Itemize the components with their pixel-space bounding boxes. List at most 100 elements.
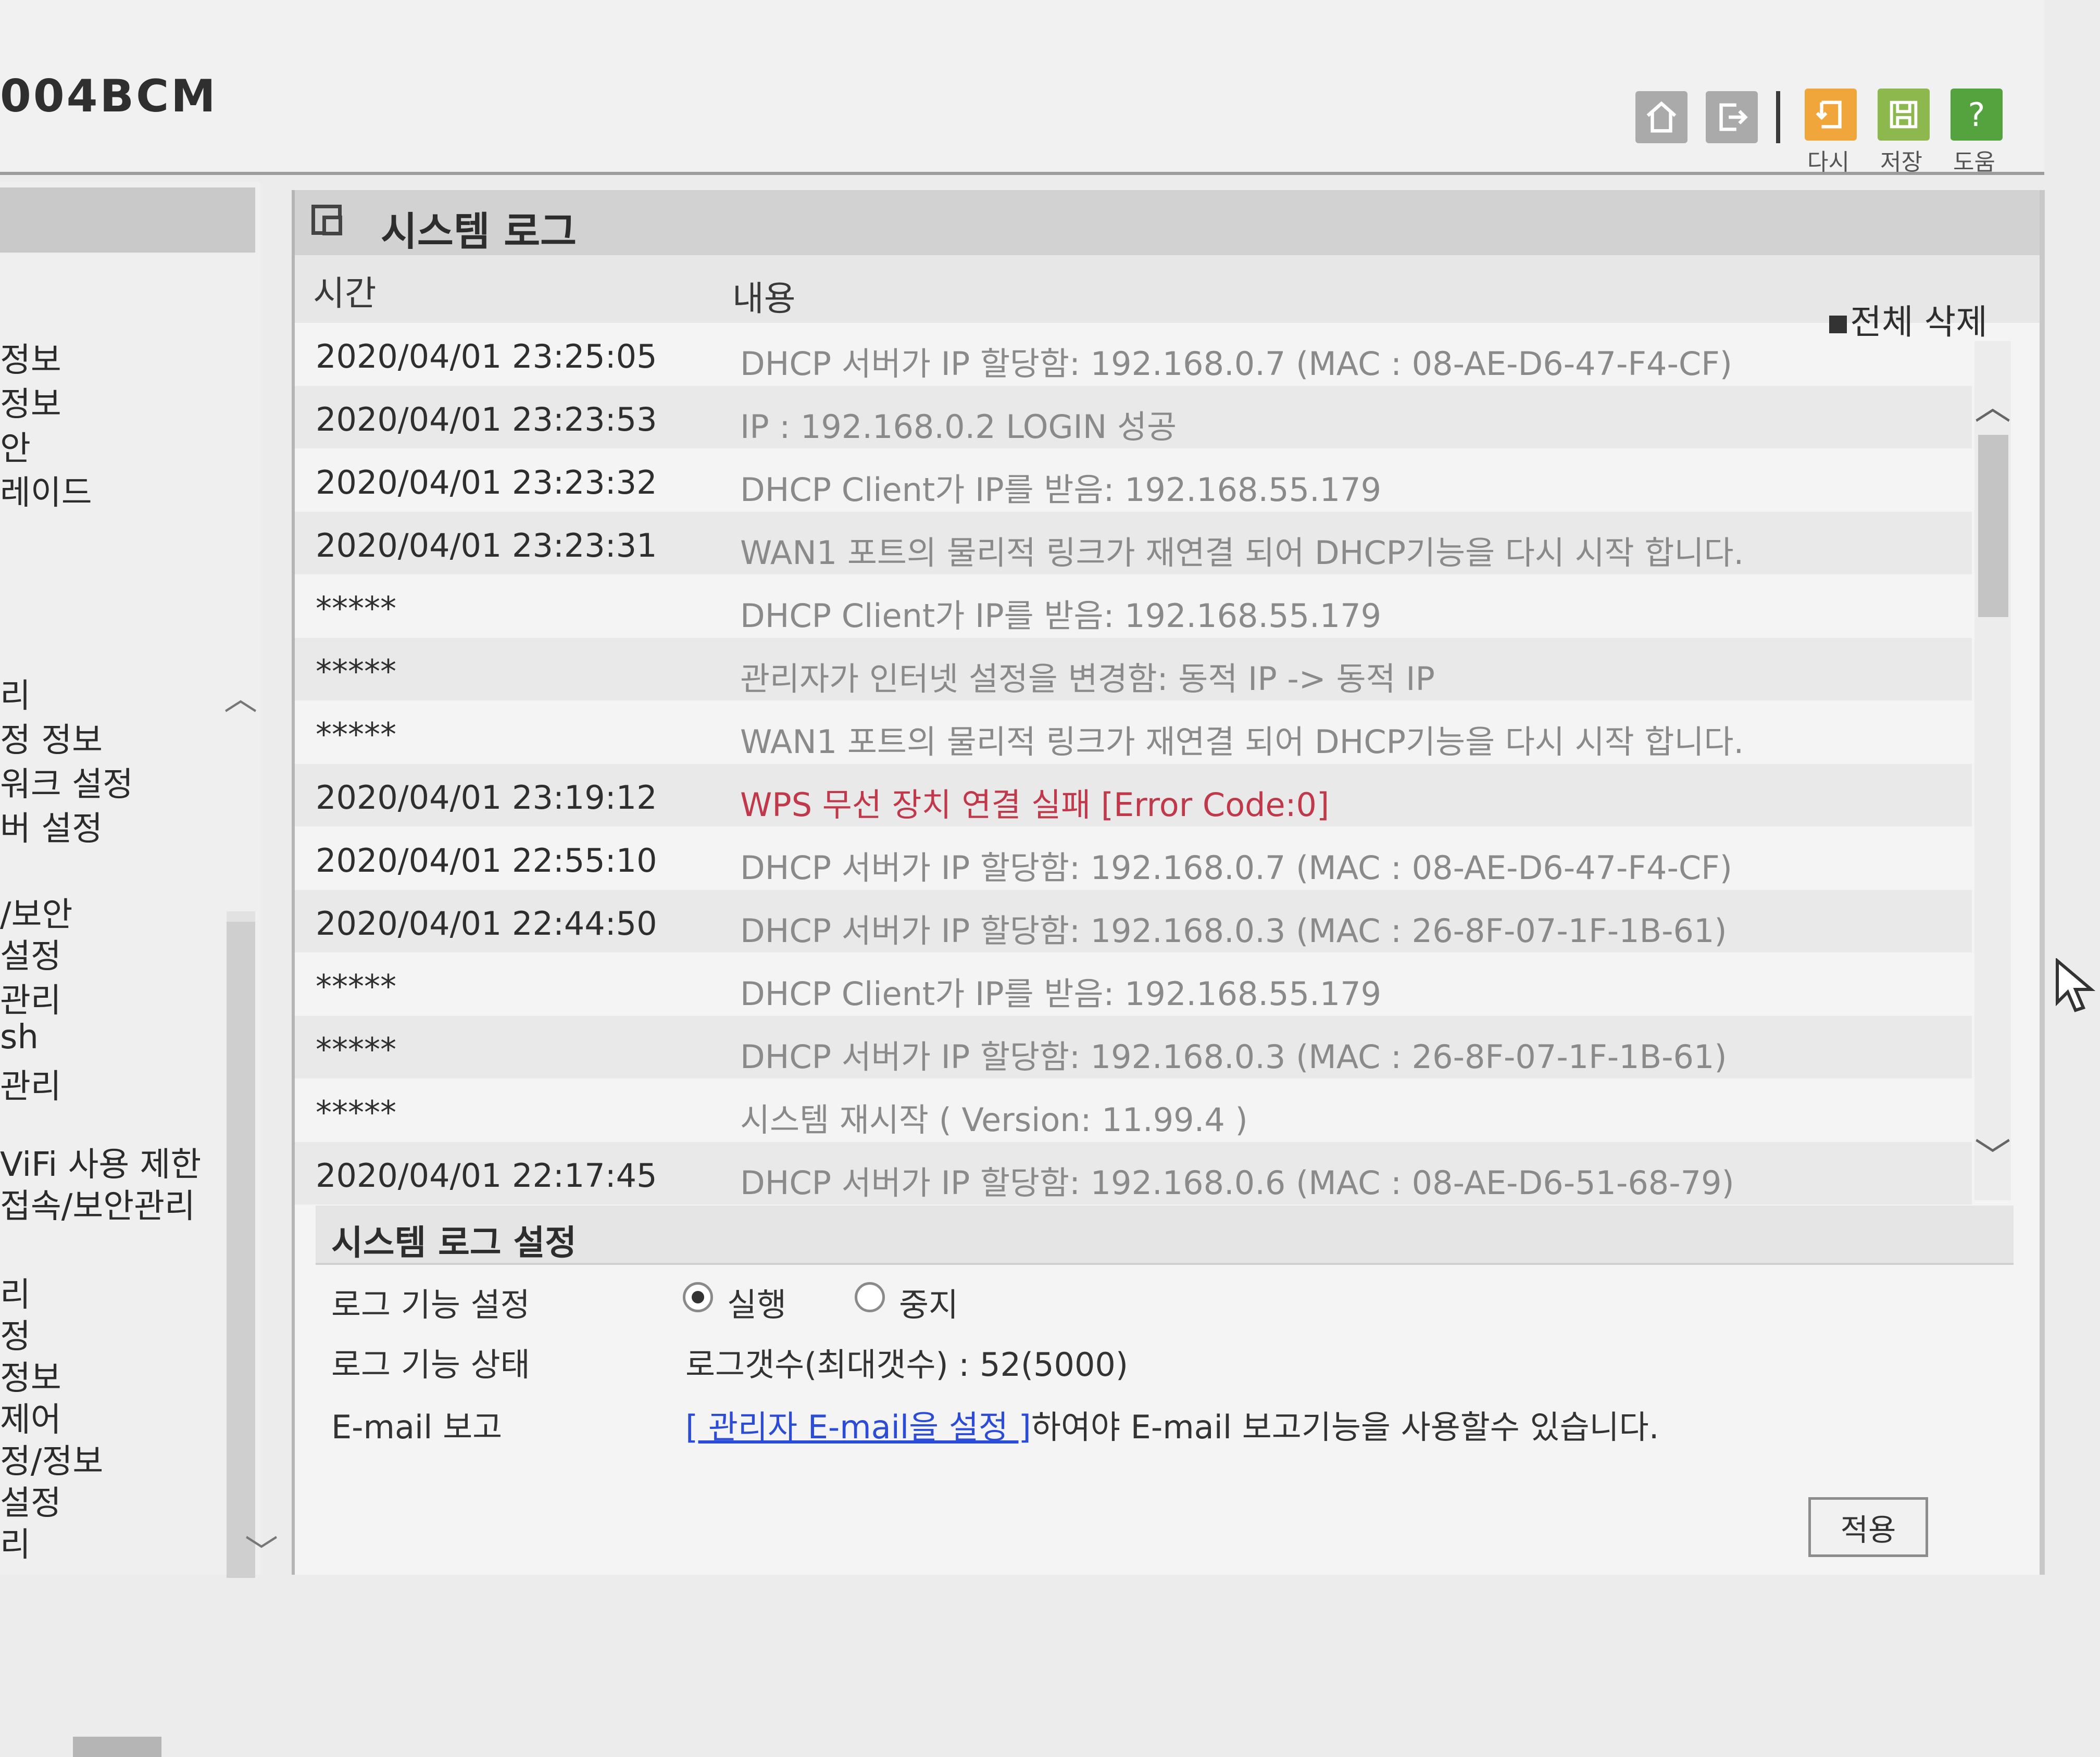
sidebar-item[interactable]: 정: [0, 1310, 31, 1358]
log-status-row: 로그 기능 상태 로그갯수(최대갯수) : 52(5000): [316, 1325, 2014, 1388]
panel-title: 시스템 로그: [381, 208, 577, 255]
logout-icon-glyph: [1719, 103, 1748, 131]
log-status-value: 로그갯수(최대갯수) : 52(5000): [685, 1346, 1129, 1384]
sidebar-item[interactable]: 안: [0, 422, 31, 470]
radio-run[interactable]: [683, 1282, 713, 1312]
restart-icon-glyph: [1816, 101, 1842, 129]
sidebar-bottom-tab[interactable]: [73, 1737, 161, 1757]
log-status-label: 로그 기능 상태: [331, 1346, 530, 1384]
log-time: *****: [316, 1094, 396, 1132]
log-message: DHCP Client가 IP를 받음: 192.168.55.179: [740, 597, 1382, 635]
log-row: ***** 시스템 재시작 ( Version: 11.99.4 ): [295, 1079, 1972, 1141]
sidebar-item[interactable]: 관리: [0, 974, 61, 1022]
sidebar-item[interactable]: /보안: [0, 888, 72, 936]
save-icon[interactable]: [1878, 89, 1930, 141]
email-report-row: E-mail 보고 [ 관리자 E-mail을 설정 ]하여야 E-mail 보…: [316, 1388, 2014, 1450]
log-row: ***** DHCP Client가 IP를 받음: 192.168.55.17…: [295, 575, 1972, 637]
log-function-label: 로그 기능 설정: [331, 1286, 530, 1324]
log-scroll-up-icon[interactable]: ︿: [1974, 378, 2011, 430]
log-message: 시스템 재시작 ( Version: 11.99.4 ): [740, 1101, 1248, 1139]
restart-label[interactable]: 다시: [1807, 143, 1849, 177]
mouse-cursor-icon: [2056, 958, 2096, 1012]
radio-run-label[interactable]: 실행: [727, 1278, 786, 1325]
sidebar-item[interactable]: 정보: [0, 1351, 61, 1399]
sidebar-item[interactable]: 설정: [0, 1476, 61, 1524]
sidebar-item[interactable]: 레이드: [0, 466, 92, 514]
log-row: 2020/04/01 23:19:12 WPS 무선 장치 연결 실패 [Err…: [295, 764, 1972, 826]
log-message: IP : 192.168.0.2 LOGIN 성공: [740, 408, 1177, 446]
column-time: 시간: [313, 273, 377, 313]
logout-icon[interactable]: [1706, 91, 1758, 143]
sidebar-item[interactable]: 정/정보: [0, 1435, 103, 1483]
sidebar-top-bar: [0, 187, 255, 253]
apply-button[interactable]: 적용: [1808, 1497, 1928, 1557]
log-row: 2020/04/01 22:17:45 DHCP 서버가 IP 할당함: 192…: [295, 1142, 1972, 1204]
log-row: 2020/04/01 22:44:50 DHCP 서버가 IP 할당함: 192…: [295, 890, 1972, 952]
log-row: 2020/04/01 23:23:32 DHCP Client가 IP를 받음:…: [295, 449, 1972, 511]
log-row: ***** 관리자가 인터넷 설정을 변경함: 동적 IP -> 동적 IP: [295, 638, 1972, 700]
sidebar-item[interactable]: 정보: [0, 378, 61, 425]
log-message: DHCP 서버가 IP 할당함: 192.168.0.3 (MAC : 26-8…: [740, 912, 1727, 950]
log-row: ***** WAN1 포트의 물리적 링크가 재연결 되어 DHCP기능을 다시…: [295, 701, 1972, 763]
log-function-row: 로그 기능 설정 실행 중지: [316, 1265, 2014, 1328]
log-settings-title: 시스템 로그 설정: [331, 1223, 577, 1263]
sidebar-item[interactable]: 버 설정: [0, 802, 103, 850]
help-icon-glyph: ?: [1968, 95, 1985, 134]
log-message: DHCP 서버가 IP 할당함: 192.168.0.7 (MAC : 08-A…: [740, 345, 1732, 383]
sidebar: 정보 정보 안 레이드 리 정 정보 워크 설정 버 설정 /보안 설정 관리 …: [0, 182, 278, 1757]
log-time: 2020/04/01 23:23:32: [316, 463, 657, 501]
help-icon[interactable]: ?: [1951, 89, 2003, 141]
sidebar-scrollbar-thumb[interactable]: [227, 922, 255, 1578]
sidebar-scroll-down-icon[interactable]: ﹀: [245, 1526, 278, 1574]
log-scrollbar-thumb[interactable]: [1978, 435, 2008, 617]
log-row: ***** DHCP 서버가 IP 할당함: 192.168.0.3 (MAC …: [295, 1016, 1972, 1078]
sidebar-item[interactable]: ViFi 사용 제한: [0, 1138, 201, 1186]
sidebar-item[interactable]: 접속/보안관리: [0, 1179, 195, 1227]
log-scroll-down-icon[interactable]: ﹀: [1974, 1127, 2011, 1180]
restart-icon[interactable]: [1805, 89, 1857, 141]
log-time: 2020/04/01 22:55:10: [316, 842, 657, 880]
sidebar-item[interactable]: 설정: [0, 930, 61, 977]
sidebar-scroll-up-icon[interactable]: ︿: [224, 672, 257, 720]
sidebar-item[interactable]: sh: [0, 1018, 39, 1057]
admin-email-link[interactable]: [ 관리자 E-mail을 설정 ]: [685, 1408, 1031, 1446]
window-icon: [311, 205, 342, 235]
log-time: 2020/04/01 23:19:12: [316, 779, 657, 817]
log-message-error: WPS 무선 장치 연결 실패 [Error Code:0]: [740, 786, 1330, 824]
log-message: DHCP 서버가 IP 할당함: 192.168.0.6 (MAC : 08-A…: [740, 1164, 1734, 1202]
sidebar-item[interactable]: 제어: [0, 1393, 61, 1441]
column-content: 내용: [732, 279, 796, 319]
sidebar-item[interactable]: 워크 설정: [0, 758, 133, 806]
sidebar-item[interactable]: 리: [0, 669, 31, 717]
sidebar-item[interactable]: 관리: [0, 1060, 61, 1108]
log-time: *****: [316, 716, 396, 754]
radio-stop[interactable]: [855, 1282, 885, 1312]
sidebar-item[interactable]: 리: [0, 1268, 31, 1316]
log-time: 2020/04/01 22:17:45: [316, 1157, 657, 1195]
sidebar-item[interactable]: 정보: [0, 333, 61, 381]
log-message: WAN1 포트의 물리적 링크가 재연결 되어 DHCP기능을 다시 시작 합니…: [740, 723, 1744, 761]
log-time: 2020/04/01 23:23:31: [316, 526, 657, 564]
log-row: 2020/04/01 23:23:31 WAN1 포트의 물리적 링크가 재연결…: [295, 512, 1972, 574]
help-label[interactable]: 도움: [1953, 143, 1995, 177]
log-message: 관리자가 인터넷 설정을 변경함: 동적 IP -> 동적 IP: [740, 660, 1435, 698]
home-icon[interactable]: [1635, 91, 1688, 143]
log-row: 2020/04/01 23:23:53 IP : 192.168.0.2 LOG…: [295, 386, 1972, 448]
sidebar-item[interactable]: 정 정보: [0, 713, 103, 761]
log-message: DHCP 서버가 IP 할당함: 192.168.0.7 (MAC : 08-A…: [740, 849, 1732, 887]
radio-stop-label[interactable]: 중지: [899, 1278, 958, 1325]
log-table-header: 시간 내용: [295, 255, 2040, 323]
save-icon-glyph: [1890, 101, 1918, 129]
home-icon-glyph: [1646, 101, 1677, 133]
email-report-text: [ 관리자 E-mail을 설정 ]하여야 E-mail 보고기능을 사용할수 …: [685, 1401, 1659, 1448]
log-time: *****: [316, 968, 396, 1006]
sidebar-item[interactable]: 리: [0, 1518, 31, 1566]
email-report-label: E-mail 보고: [331, 1408, 503, 1446]
model-name: 004BCM: [0, 70, 218, 122]
log-list[interactable]: 2020/04/01 23:25:05 DHCP 서버가 IP 할당함: 192…: [295, 323, 1972, 1208]
log-message: DHCP Client가 IP를 받음: 192.168.55.179: [740, 975, 1382, 1013]
system-log-panel: 시스템 로그 시간 내용 전체 삭제 2020/04/01 23:25:05 D…: [292, 190, 2045, 1575]
log-row: ***** DHCP Client가 IP를 받음: 192.168.55.17…: [295, 953, 1972, 1015]
log-time: *****: [316, 589, 396, 628]
save-label[interactable]: 저장: [1880, 143, 1922, 177]
